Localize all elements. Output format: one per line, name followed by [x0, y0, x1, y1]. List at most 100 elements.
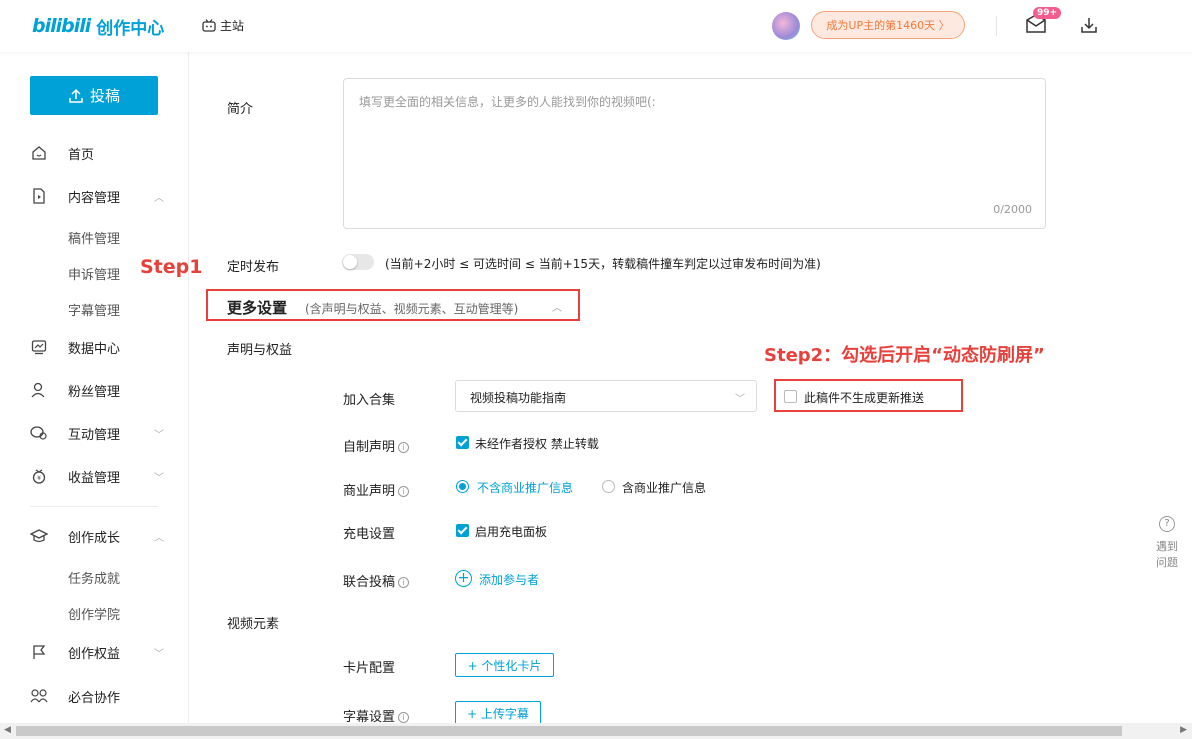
upload-button[interactable]: 投稿: [30, 76, 158, 115]
chevron-up-icon: ︿: [154, 193, 164, 204]
joint-upload-label: 联合投稿 i: [343, 571, 410, 590]
data-icon: [30, 338, 48, 356]
sidebar-item-label: 首页: [68, 147, 95, 163]
step1-annotation: Step1: [140, 256, 203, 278]
sidebar-item-rights[interactable]: 创作权益 ﹀: [30, 642, 164, 662]
self-declaration-label: 自制声明 i: [343, 436, 410, 455]
svg-text:¥: ¥: [37, 475, 41, 482]
top-bar: bilibili 创作中心 主站 成为UP主的第1460天 〉 99+: [0, 0, 1192, 52]
intro-label: 简介: [227, 102, 254, 117]
logo[interactable]: bilibili 创作中心: [32, 11, 164, 41]
help-widget[interactable]: ? 遇到 问题: [1150, 516, 1184, 570]
rights-section-title: 声明与权益: [227, 343, 293, 358]
add-participant-link[interactable]: 添加参与者: [479, 571, 539, 588]
intro-textarea[interactable]: 填写更全面的相关信息，让更多的人能找到你的视频吧(: 0/2000: [343, 78, 1046, 229]
sidebar-item-label: 收益管理: [68, 470, 121, 486]
upload-subtitle-button[interactable]: + 上传字幕: [455, 701, 541, 725]
video-elements-title: 视频元素: [227, 617, 280, 632]
info-icon[interactable]: i: [398, 442, 410, 453]
sidebar-item-content[interactable]: 内容管理 ︿: [30, 186, 164, 206]
no-push-checkbox[interactable]: [784, 390, 797, 403]
message-count-badge: 99+: [1033, 7, 1062, 19]
horizontal-scrollbar[interactable]: ◀ ▶: [0, 723, 1192, 739]
business-declaration-label: 商业声明 i: [343, 480, 410, 499]
sidebar-subitem-achievements[interactable]: 任务成就: [68, 568, 120, 587]
logo-bilibili: bilibili: [32, 15, 91, 37]
chevron-up-icon[interactable]: ︿: [552, 299, 562, 314]
info-icon[interactable]: i: [398, 486, 410, 497]
charge-label: 充电设置: [343, 527, 396, 542]
download-icon[interactable]: [1080, 16, 1098, 34]
home-icon: [30, 144, 48, 162]
help-label-line1: 遇到: [1156, 540, 1178, 553]
sidebar-item-label: 互动管理: [68, 427, 121, 443]
sidebar: 投稿 首页 内容管理 ︿ 稿件管理 申诉管理 字幕管理 数据中心 粉丝管理 互动…: [0, 52, 188, 723]
help-label-line2: 问题: [1156, 556, 1178, 569]
collection-value: 视频投稿功能指南: [470, 391, 567, 405]
header-divider: [996, 16, 997, 36]
sidebar-item-growth[interactable]: 创作成长 ︿: [30, 526, 164, 546]
charge-value: 启用充电面板: [475, 525, 548, 539]
flag-icon: [30, 643, 48, 661]
collection-select[interactable]: 视频投稿功能指南 ﹀: [455, 380, 757, 412]
collection-label: 加入合集: [343, 393, 396, 408]
avatar[interactable]: [772, 12, 800, 40]
upload-icon: [69, 88, 83, 103]
self-declaration-value: 未经作者授权 禁止转载: [475, 437, 599, 451]
intro-char-count: 0/2000: [993, 203, 1032, 216]
chevron-down-icon: ﹀: [735, 394, 745, 405]
upload-form: 简介 填写更全面的相关信息，让更多的人能找到你的视频吧(: 0/2000 Ste…: [140, 52, 1148, 725]
sidebar-item-label: 创作成长: [68, 530, 121, 546]
plus-circle-icon[interactable]: +: [455, 570, 472, 587]
question-icon: ?: [1159, 516, 1175, 532]
scroll-left-arrow-icon[interactable]: ◀: [4, 725, 11, 735]
logo-creator-center: 创作中心: [96, 18, 165, 39]
chevron-down-icon: ﹀: [154, 430, 164, 441]
sidebar-item-data[interactable]: 数据中心: [30, 337, 120, 357]
sidebar-item-label: 数据中心: [68, 341, 121, 357]
sidebar-item-interaction[interactable]: 互动管理 ﹀: [30, 423, 164, 443]
no-commercial-radio[interactable]: [456, 480, 469, 493]
sidebar-item-label: 创作权益: [68, 646, 121, 662]
info-icon[interactable]: i: [398, 712, 410, 723]
chevron-down-icon: ﹀: [154, 473, 164, 484]
fans-icon: [30, 381, 48, 399]
sidebar-divider: [30, 506, 158, 507]
up-days-badge[interactable]: 成为UP主的第1460天 〉: [811, 11, 965, 39]
sidebar-subitem-academy[interactable]: 创作学院: [68, 604, 120, 623]
content-icon: [30, 187, 48, 205]
interact-icon: [30, 424, 48, 442]
card-config-label: 卡片配置: [343, 661, 396, 676]
main-site-link[interactable]: 主站: [202, 17, 244, 34]
upload-label: 投稿: [89, 87, 120, 105]
sidebar-item-income[interactable]: ¥ 收益管理 ﹀: [30, 466, 164, 486]
tv-icon: [202, 19, 216, 32]
no-commercial-label: 不含商业推广信息: [477, 481, 574, 495]
chevron-down-icon: ﹀: [154, 649, 164, 660]
sidebar-item-label: 粉丝管理: [68, 384, 121, 400]
sidebar-item-fans[interactable]: 粉丝管理: [30, 380, 120, 400]
sidebar-subitem-appeals[interactable]: 申诉管理: [68, 264, 120, 283]
schedule-label: 定时发布: [227, 260, 280, 275]
main-site-label: 主站: [220, 19, 245, 33]
sidebar-subitem-manuscripts[interactable]: 稿件管理: [68, 228, 120, 247]
sidebar-item-label: 必合协作: [68, 690, 121, 706]
add-card-button[interactable]: + 个性化卡片: [455, 653, 554, 677]
sidebar-subitem-subtitles[interactable]: 字幕管理: [68, 300, 120, 319]
more-settings-title[interactable]: 更多设置: [227, 297, 287, 318]
more-settings-subtitle: (含声明与权益、视频元素、互动管理等): [305, 302, 519, 316]
info-icon[interactable]: i: [398, 577, 410, 588]
schedule-toggle[interactable]: [342, 254, 374, 270]
self-declaration-checkbox[interactable]: [456, 436, 469, 449]
charge-checkbox[interactable]: [456, 524, 469, 537]
commercial-radio[interactable]: [602, 480, 615, 493]
scrollbar-thumb[interactable]: [16, 726, 1122, 736]
sidebar-item-label: 内容管理: [68, 190, 121, 206]
income-icon: ¥: [30, 467, 48, 485]
step2-annotation: Step2：勾选后开启“动态防刷屏”: [764, 345, 1045, 366]
scroll-right-arrow-icon[interactable]: ▶: [1180, 725, 1187, 735]
sidebar-item-home[interactable]: 首页: [30, 143, 94, 163]
sidebar-item-collab[interactable]: 必合协作: [30, 686, 120, 706]
chevron-up-icon: ︿: [154, 533, 164, 544]
schedule-hint: (当前+2小时 ≤ 可选时间 ≤ 当前+15天，转载稿件撞车判定以过审发布时间为…: [385, 257, 821, 271]
